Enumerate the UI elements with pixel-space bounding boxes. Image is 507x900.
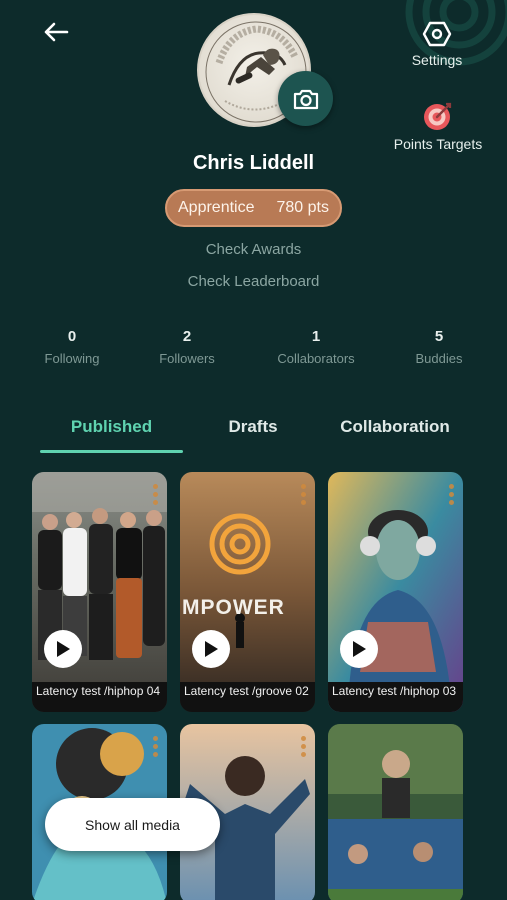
hexagon-nut-icon xyxy=(422,21,452,47)
show-all-media-button[interactable]: Show all media xyxy=(45,798,220,851)
check-awards-link[interactable]: Check Awards xyxy=(0,241,507,258)
media-card[interactable]: Latency test /hiphop 03 xyxy=(328,472,463,712)
stat-label: Buddies xyxy=(415,351,463,366)
tab-collaboration[interactable]: Collaboration xyxy=(330,417,460,437)
tab-drafts[interactable]: Drafts xyxy=(205,417,301,437)
points-value: 780 pts xyxy=(276,199,329,216)
more-options-icon[interactable] xyxy=(449,484,454,505)
media-thumbnail xyxy=(328,724,463,900)
stat-value: 1 xyxy=(311,328,321,345)
settings-button[interactable]: Settings xyxy=(402,20,472,68)
play-icon[interactable] xyxy=(192,630,230,668)
settings-label: Settings xyxy=(411,52,463,68)
stat-following[interactable]: 0 Following xyxy=(32,328,112,366)
stats-row: 0 Following 2 Followers 1 Collaborators … xyxy=(0,328,507,368)
active-tab-indicator xyxy=(40,450,183,453)
stat-label: Followers xyxy=(159,351,215,366)
stat-value: 2 xyxy=(182,328,192,345)
stat-value: 5 xyxy=(434,328,444,345)
media-caption: Latency test /hiphop 04 xyxy=(32,682,167,712)
change-photo-button[interactable] xyxy=(278,71,333,126)
stat-label: Following xyxy=(44,351,100,366)
media-thumbnail xyxy=(180,472,315,712)
media-card[interactable]: Latency test /hiphop 04 xyxy=(32,472,167,712)
media-thumbnail xyxy=(32,472,167,712)
media-card[interactable] xyxy=(328,724,463,900)
stat-value: 0 xyxy=(67,328,77,345)
media-caption: Latency test /hiphop 03 xyxy=(328,682,463,712)
points-targets-label: Points Targets xyxy=(393,136,483,152)
more-options-icon[interactable] xyxy=(153,484,158,505)
more-options-icon[interactable] xyxy=(301,736,306,757)
stat-label: Collaborators xyxy=(277,351,355,366)
media-thumbnail xyxy=(328,472,463,712)
rank-badge[interactable]: Apprentice 780 pts xyxy=(165,189,342,227)
media-card[interactable]: MPOWER Latency test /groove 02 xyxy=(180,472,315,712)
more-options-icon[interactable] xyxy=(301,484,306,505)
profile-name: Chris Liddell xyxy=(192,152,315,174)
play-icon[interactable] xyxy=(340,630,378,668)
more-options-icon[interactable] xyxy=(153,736,158,757)
back-button[interactable] xyxy=(40,18,72,46)
stat-buddies[interactable]: 5 Buddies xyxy=(404,328,474,366)
points-targets-button[interactable]: Points Targets xyxy=(386,100,490,152)
media-caption: Latency test /groove 02 xyxy=(180,682,315,712)
camera-icon xyxy=(293,89,318,109)
stat-collaborators[interactable]: 1 Collaborators xyxy=(266,328,366,366)
media-overlay-text: MPOWER xyxy=(182,596,285,619)
check-leaderboard-link[interactable]: Check Leaderboard xyxy=(0,273,507,290)
play-icon[interactable] xyxy=(44,630,82,668)
target-dart-icon xyxy=(424,102,452,130)
rank-label: Apprentice xyxy=(178,199,255,216)
arrow-left-icon xyxy=(44,22,69,42)
stat-followers[interactable]: 2 Followers xyxy=(147,328,227,366)
tab-published[interactable]: Published xyxy=(40,417,183,437)
